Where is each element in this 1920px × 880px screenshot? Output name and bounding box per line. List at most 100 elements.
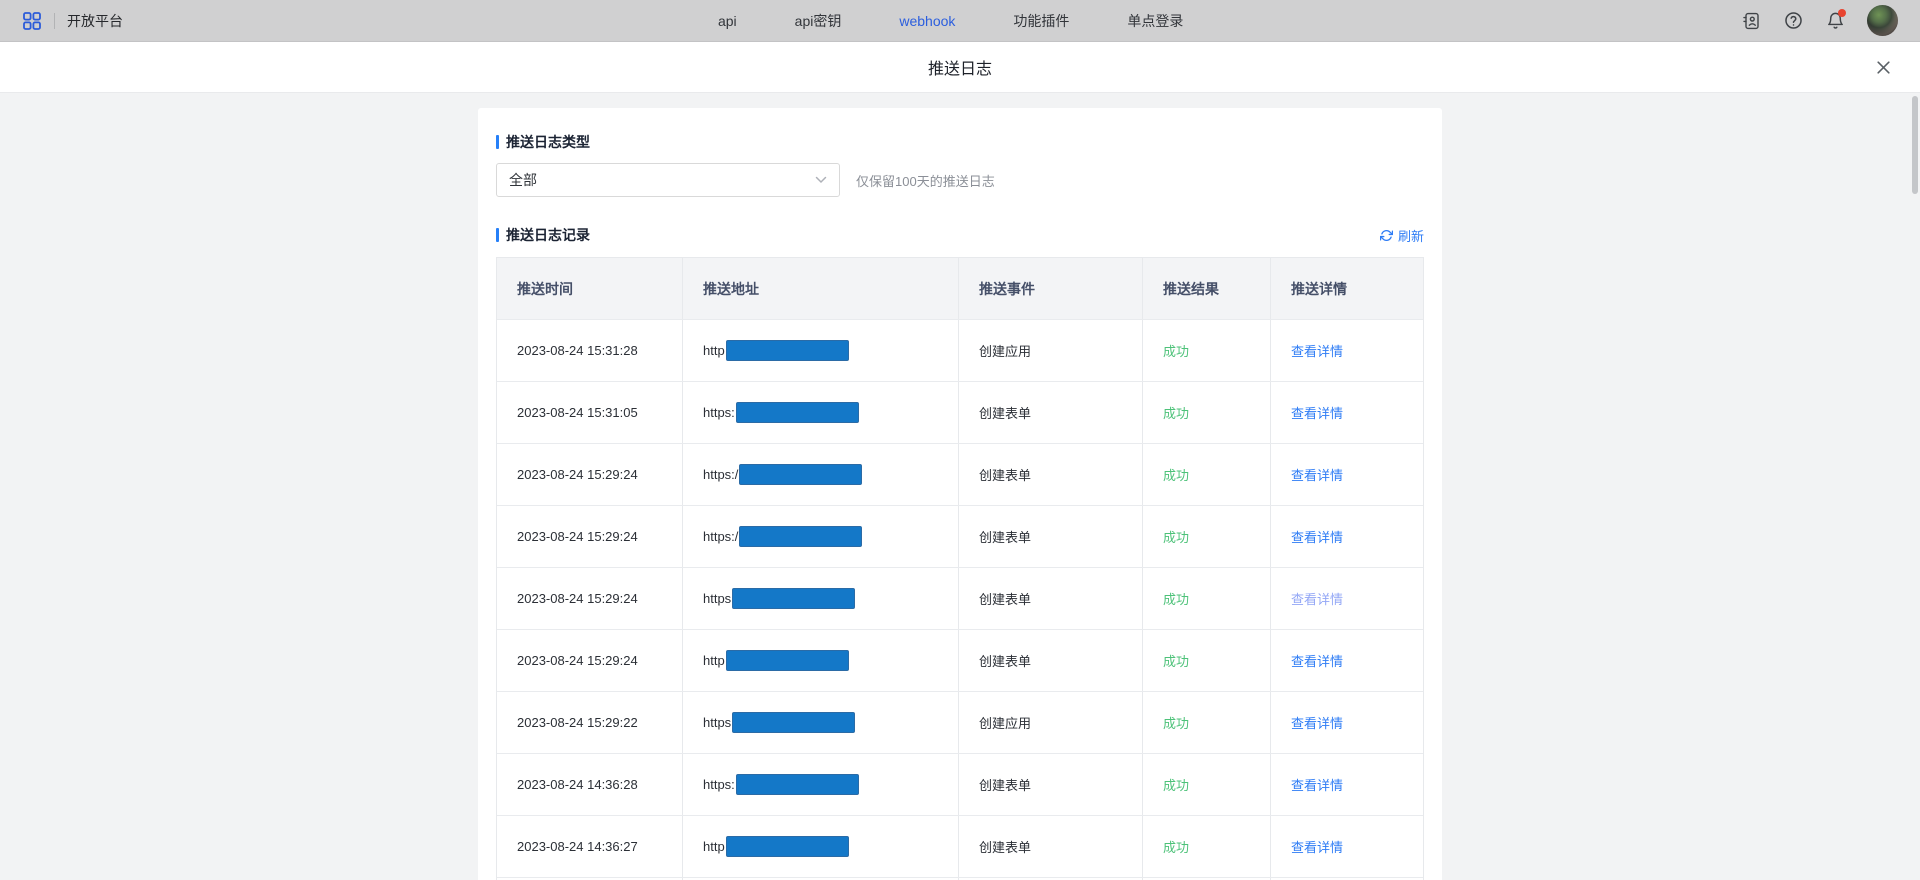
push-time-cell: 2023-08-24 15:29:24 xyxy=(497,506,683,567)
log-type-select[interactable]: 全部 xyxy=(496,163,840,197)
push-detail-cell: 查看详情 xyxy=(1271,568,1423,629)
nav-item[interactable]: webhook xyxy=(899,13,955,29)
push-time-cell: 2023-08-24 14:36:27 xyxy=(497,816,683,877)
table-row: 2023-08-24 14:36:28 https: 创建表单 成功 查看详情 xyxy=(497,754,1423,816)
redacted-url-bar xyxy=(736,774,859,795)
view-detail-link[interactable]: 查看详情 xyxy=(1291,527,1343,546)
push-detail-cell: 查看详情 xyxy=(1271,382,1423,443)
nav-item[interactable]: api密钥 xyxy=(795,11,842,31)
push-event-cell: 创建应用 xyxy=(959,320,1143,381)
log-type-section-label: 推送日志类型 xyxy=(506,132,590,152)
log-record-header: 推送日志记录 刷新 xyxy=(496,225,1424,245)
url-prefix-text: http xyxy=(703,653,725,668)
url-prefix-text: https: xyxy=(703,405,735,420)
push-url-cell: https:/ xyxy=(683,506,959,567)
app-title: 开放平台 xyxy=(67,11,123,31)
nav-item[interactable]: api xyxy=(718,13,737,29)
refresh-label: 刷新 xyxy=(1398,226,1424,245)
table-header-row: 推送时间推送地址推送事件推送结果推送详情 xyxy=(497,258,1423,320)
refresh-button[interactable]: 刷新 xyxy=(1380,226,1424,245)
filter-row: 全部 仅保留100天的推送日志 xyxy=(496,163,1424,197)
column-header: 推送结果 xyxy=(1143,258,1271,319)
push-url-cell: http xyxy=(683,816,959,877)
push-detail-cell: 查看详情 xyxy=(1271,692,1423,753)
view-detail-link[interactable]: 查看详情 xyxy=(1291,403,1343,422)
log-type-section-title: 推送日志类型 xyxy=(496,132,1424,152)
redacted-url-bar xyxy=(732,712,855,733)
push-event-cell: 创建表单 xyxy=(959,754,1143,815)
log-record-section-title: 推送日志记录 xyxy=(496,225,590,245)
push-time-cell: 2023-08-24 15:29:24 xyxy=(497,568,683,629)
log-type-selected-value: 全部 xyxy=(509,170,537,190)
view-detail-link[interactable]: 查看详情 xyxy=(1291,651,1343,670)
push-result-cell: 成功 xyxy=(1143,816,1271,877)
push-event-cell: 创建表单 xyxy=(959,568,1143,629)
redacted-url-bar xyxy=(739,464,862,485)
push-result-cell: 成功 xyxy=(1143,568,1271,629)
push-log-table: 推送时间推送地址推送事件推送结果推送详情 2023-08-24 15:31:28… xyxy=(496,257,1424,880)
push-result-cell: 成功 xyxy=(1143,320,1271,381)
push-result-cell: 成功 xyxy=(1143,444,1271,505)
table-row: 2023-08-24 15:31:28 http 创建应用 成功 查看详情 xyxy=(497,320,1423,382)
nav-item-label: api xyxy=(718,13,737,29)
push-time-cell: 2023-08-24 15:29:22 xyxy=(497,692,683,753)
view-detail-link[interactable]: 查看详情 xyxy=(1291,589,1343,608)
nav-item-label: webhook xyxy=(899,13,955,29)
view-detail-link[interactable]: 查看详情 xyxy=(1291,341,1343,360)
table-row: 2023-08-24 15:29:24 https:/ 创建表单 成功 查看详情 xyxy=(497,444,1423,506)
close-icon[interactable] xyxy=(1872,56,1894,78)
log-table-body: 2023-08-24 15:31:28 http 创建应用 成功 查看详情 20… xyxy=(497,320,1423,880)
push-detail-cell: 查看详情 xyxy=(1271,444,1423,505)
scrollbar-thumb[interactable] xyxy=(1912,96,1918,194)
push-detail-cell: 查看详情 xyxy=(1271,506,1423,567)
column-header: 推送事件 xyxy=(959,258,1143,319)
push-time-cell: 2023-08-24 15:31:05 xyxy=(497,382,683,443)
contacts-icon[interactable] xyxy=(1741,11,1761,31)
url-prefix-text: http xyxy=(703,839,725,854)
push-time-cell: 2023-08-24 15:31:28 xyxy=(497,320,683,381)
url-prefix-text: https:/ xyxy=(703,467,738,482)
apps-grid-icon[interactable] xyxy=(22,11,42,31)
push-event-cell: 创建表单 xyxy=(959,444,1143,505)
push-result-cell: 成功 xyxy=(1143,506,1271,567)
nav-item[interactable]: 单点登录 xyxy=(1127,11,1183,31)
push-result-cell: 成功 xyxy=(1143,692,1271,753)
url-prefix-text: http xyxy=(703,343,725,358)
push-result-cell: 成功 xyxy=(1143,630,1271,691)
nav-item-label: 功能插件 xyxy=(1013,13,1069,29)
view-detail-link[interactable]: 查看详情 xyxy=(1291,465,1343,484)
push-event-cell: 创建表单 xyxy=(959,382,1143,443)
page-title: 推送日志 xyxy=(928,55,992,79)
push-event-cell: 创建表单 xyxy=(959,506,1143,567)
nav-item[interactable]: 功能插件 xyxy=(1013,11,1069,31)
push-time-cell: 2023-08-24 14:36:28 xyxy=(497,754,683,815)
view-detail-link[interactable]: 查看详情 xyxy=(1291,775,1343,794)
push-url-cell: https: xyxy=(683,754,959,815)
section-bar-icon xyxy=(496,135,499,149)
push-result-cell: 成功 xyxy=(1143,754,1271,815)
page-scrollbar[interactable] xyxy=(1910,93,1920,880)
push-url-cell: http xyxy=(683,320,959,381)
redacted-url-bar xyxy=(726,340,849,361)
push-time-cell: 2023-08-24 15:29:24 xyxy=(497,630,683,691)
table-row: 2023-08-24 15:29:22 https 创建应用 成功 查看详情 xyxy=(497,692,1423,754)
avatar[interactable] xyxy=(1867,5,1898,36)
push-detail-cell: 查看详情 xyxy=(1271,816,1423,877)
push-event-cell: 创建应用 xyxy=(959,692,1143,753)
view-detail-link[interactable]: 查看详情 xyxy=(1291,837,1343,856)
push-time-cell: 2023-08-24 15:29:24 xyxy=(497,444,683,505)
top-nav: api api密钥 webhook 功能插件 单点登录 xyxy=(718,0,1183,42)
push-detail-cell: 查看详情 xyxy=(1271,630,1423,691)
bell-icon[interactable] xyxy=(1825,11,1845,31)
section-bar-icon xyxy=(496,228,499,242)
help-icon[interactable] xyxy=(1783,11,1803,31)
nav-item-label: api密钥 xyxy=(795,13,842,29)
table-row: 2023-08-24 15:31:05 https: 创建表单 成功 查看详情 xyxy=(497,382,1423,444)
app-header-right xyxy=(1741,5,1898,36)
app-header-left: 开放平台 xyxy=(22,11,123,31)
push-log-panel: 推送日志类型 全部 仅保留100天的推送日志 推送日志记录 xyxy=(478,108,1442,880)
log-record-section-label: 推送日志记录 xyxy=(506,225,590,245)
push-detail-cell: 查看详情 xyxy=(1271,320,1423,381)
view-detail-link[interactable]: 查看详情 xyxy=(1291,713,1343,732)
column-header: 推送时间 xyxy=(497,258,683,319)
